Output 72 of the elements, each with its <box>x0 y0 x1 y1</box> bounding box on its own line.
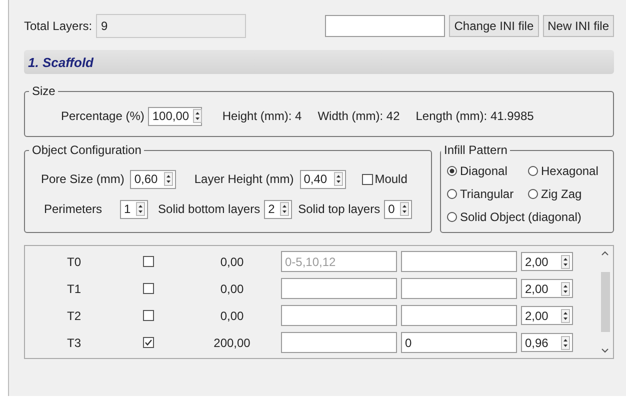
number-spinbox[interactable]: 2 <box>264 200 292 218</box>
number-spinbox[interactable]: 1 <box>120 200 148 218</box>
number-spinbox[interactable]: 0,40 <box>300 170 346 188</box>
field-label: Total Layers: <box>24 19 92 33</box>
spin-arrows-icon[interactable] <box>136 202 146 216</box>
tool-name: T0 <box>66 254 82 268</box>
group-title: Infill Pattern <box>443 143 508 157</box>
checkbox-label[interactable]: Mould <box>374 172 408 186</box>
radio-label[interactable]: Triangular <box>460 186 514 200</box>
field-label: Percentage (%) <box>61 109 144 123</box>
radio-label[interactable]: Hexagonal <box>541 164 598 178</box>
radio-button[interactable] <box>447 212 457 222</box>
number-spinbox[interactable]: 0,96 <box>521 333 573 352</box>
input-field[interactable]: 0 <box>401 332 517 353</box>
spin-arrows-icon[interactable] <box>561 336 570 350</box>
temperature-value: 0,00 <box>219 308 245 322</box>
scroll-up-icon[interactable] <box>601 250 609 256</box>
input-field[interactable] <box>401 278 517 299</box>
temperature-value: 0,00 <box>219 254 245 268</box>
field-label: Solid top layers <box>298 202 380 216</box>
input-field[interactable] <box>281 332 397 353</box>
change-ini-button[interactable]: Change INI file <box>449 15 539 37</box>
spin-arrows-icon[interactable] <box>561 282 570 296</box>
field-label: Layer Height (mm) <box>194 172 294 186</box>
number-spinbox[interactable]: 0 <box>384 200 412 218</box>
tool-name: T1 <box>66 282 82 296</box>
spin-arrows-icon[interactable] <box>400 202 410 216</box>
field-label: Perimeters <box>44 202 102 216</box>
number-spinbox[interactable]: 0,60 <box>130 170 176 188</box>
checkbox[interactable] <box>362 174 373 184</box>
group-title: Size <box>31 84 56 98</box>
tool-name: T2 <box>66 308 82 322</box>
number-spinbox[interactable]: 2,00 <box>521 279 573 298</box>
height-text: Height (mm): 4 <box>222 109 302 123</box>
width-text: Width (mm): 42 <box>318 109 400 123</box>
checkbox[interactable] <box>142 256 154 267</box>
input-field[interactable]: 0-5,10,12 <box>281 251 397 272</box>
length-text: Length (mm): 41.9985 <box>416 109 534 123</box>
radio-label[interactable]: Diagonal <box>460 164 508 178</box>
number-spinbox[interactable]: 2,00 <box>521 252 573 271</box>
checkbox[interactable] <box>142 310 154 321</box>
ini-file-field[interactable] <box>325 15 446 37</box>
radio-button[interactable] <box>528 188 538 198</box>
tool-name: T3 <box>66 336 82 350</box>
radio-label[interactable]: Solid Object (diagonal) <box>460 210 582 224</box>
input-field[interactable] <box>281 305 397 326</box>
radio-button[interactable] <box>528 166 538 176</box>
input-field[interactable] <box>401 305 517 326</box>
radio-label[interactable]: Zig Zag <box>541 186 582 200</box>
radio-button[interactable] <box>447 188 457 198</box>
scroll-down-icon[interactable] <box>601 348 609 354</box>
radio-button[interactable] <box>447 166 457 176</box>
input-field[interactable] <box>401 251 517 272</box>
temperature-value: 200,00 <box>212 336 252 350</box>
new-ini-button[interactable]: New INI file <box>542 15 614 37</box>
field-label: Solid bottom layers <box>158 202 260 216</box>
checkbox[interactable] <box>142 337 154 348</box>
spin-arrows-icon[interactable] <box>193 109 202 123</box>
section-header[interactable]: 1. Scaffold <box>24 50 614 74</box>
group-title: Object Configuration <box>31 143 142 157</box>
input-field[interactable] <box>281 278 397 299</box>
spin-arrows-icon[interactable] <box>280 202 290 216</box>
spin-arrows-icon[interactable] <box>334 172 343 186</box>
spin-arrows-icon[interactable] <box>164 172 174 186</box>
number-spinbox[interactable]: 100,00 <box>148 106 202 126</box>
field-label: Pore Size (mm) <box>41 172 124 186</box>
total-layers-field: 9 <box>96 14 246 38</box>
spin-arrows-icon[interactable] <box>561 254 570 268</box>
checkbox[interactable] <box>142 283 154 294</box>
spin-arrows-icon[interactable] <box>561 308 570 322</box>
temperature-value: 0,00 <box>219 282 245 296</box>
number-spinbox[interactable]: 2,00 <box>521 306 573 325</box>
